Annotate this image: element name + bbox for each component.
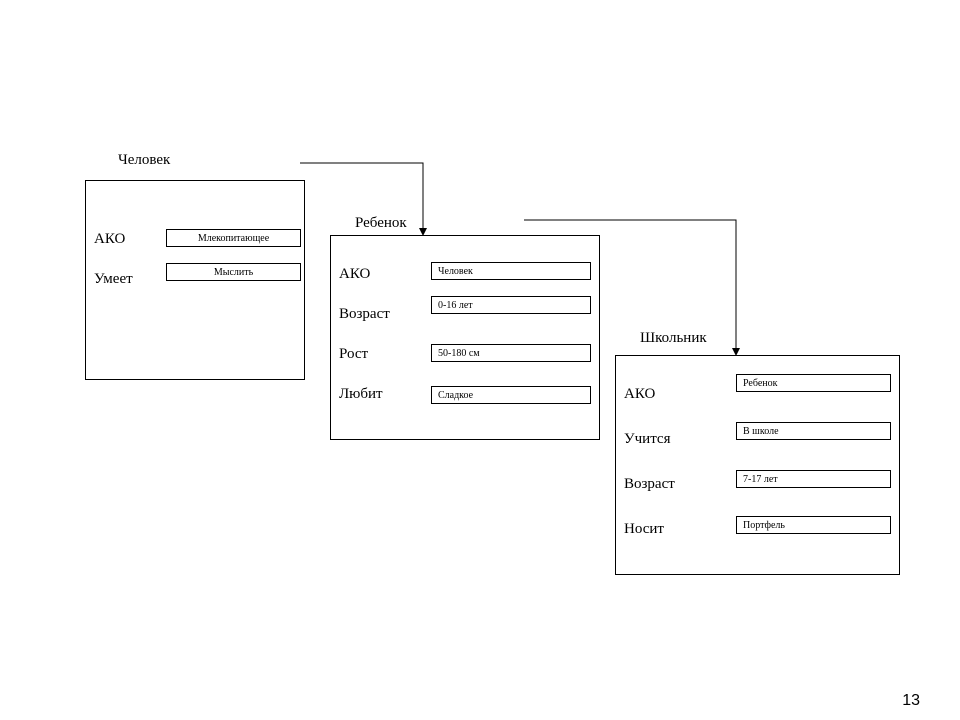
value-text: 50-180 см (438, 348, 480, 359)
value-text: Человек (438, 266, 473, 277)
value-text: 7-17 лет (743, 474, 778, 485)
frame-title-child: Ребенок (355, 215, 407, 232)
value-box: 7-17 лет (736, 470, 891, 488)
value-box: Человек (431, 262, 591, 280)
value-box: 0-16 лет (431, 296, 591, 314)
page-number: 13 (902, 692, 920, 710)
row-label: Учится (624, 431, 671, 448)
value-box: В школе (736, 422, 891, 440)
frame-title-person: Человек (118, 152, 170, 169)
value-box: Ребенок (736, 374, 891, 392)
row-label: Возраст (339, 306, 390, 323)
value-box: Мыслить (166, 263, 301, 281)
diagram-stage: Человек АКО Млекопитающее Умеет Мыслить … (0, 0, 960, 720)
row-label: АКО (624, 386, 655, 403)
value-text: Млекопитающее (198, 233, 269, 244)
frame-pupil: АКО Ребенок Учится В школе Возраст 7-17 … (615, 355, 900, 575)
row-label: Возраст (624, 476, 675, 493)
value-text: Ребенок (743, 378, 777, 389)
value-text: В школе (743, 426, 779, 437)
value-box: Сладкое (431, 386, 591, 404)
row-label: Носит (624, 521, 664, 538)
row-label: Любит (339, 386, 383, 403)
value-box: 50-180 см (431, 344, 591, 362)
frame-title-pupil: Школьник (640, 330, 707, 347)
row-label: АКО (94, 231, 125, 248)
value-text: Сладкое (438, 390, 473, 401)
frame-child: АКО Человек Возраст 0-16 лет Рост 50-180… (330, 235, 600, 440)
row-label: АКО (339, 266, 370, 283)
row-label: Рост (339, 346, 368, 363)
row-label: Умеет (94, 271, 133, 288)
value-box: Млекопитающее (166, 229, 301, 247)
value-text: 0-16 лет (438, 300, 473, 311)
frame-person: АКО Млекопитающее Умеет Мыслить (85, 180, 305, 380)
value-text: Мыслить (214, 267, 253, 278)
value-text: Портфель (743, 520, 785, 531)
value-box: Портфель (736, 516, 891, 534)
